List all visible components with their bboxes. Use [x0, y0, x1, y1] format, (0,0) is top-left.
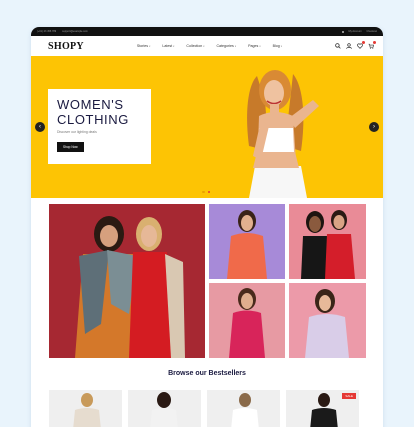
collection-tile-rose[interactable]: [209, 283, 285, 358]
two-models-image: [75, 216, 185, 358]
collection-grid: [31, 198, 383, 358]
top-bar-email[interactable]: support@example.com: [62, 30, 88, 33]
nav-label: Stories: [136, 44, 149, 48]
nav-label: Collection: [186, 44, 203, 48]
nav-label: Blog: [272, 44, 280, 48]
nav-label: Categories: [216, 44, 234, 48]
product-image: [150, 392, 178, 427]
chevron-down-icon: ▾: [203, 44, 205, 48]
heart-icon[interactable]: [341, 30, 344, 33]
user-icon[interactable]: [346, 43, 352, 49]
nav-label: Latest: [162, 44, 173, 48]
main-nav: Stories ▾ Latest ▾ Collection ▾ Categories ▾…: [137, 44, 282, 48]
nav-item-collection[interactable]: Collection ▾: [186, 44, 204, 48]
cart-count-badge: [372, 41, 376, 44]
bestsellers-row: SALE: [31, 377, 383, 427]
chevron-down-icon: ▾: [173, 44, 175, 48]
two-models-dresses-image: [301, 210, 355, 279]
model-pink-dress-image: [229, 288, 265, 358]
product-card[interactable]: [128, 390, 201, 427]
hero-banner: WOMEN'S CLOTHING Discover our lighting d…: [31, 56, 383, 198]
product-card[interactable]: SALE: [286, 390, 359, 427]
bestsellers-title: Browse our Bestsellers: [168, 370, 246, 377]
product-image: [231, 393, 259, 427]
collection-tile-blush[interactable]: [289, 283, 366, 358]
top-bar-links: My Account Checkout: [341, 30, 377, 33]
nav-item-latest[interactable]: Latest ▾: [162, 44, 174, 48]
nav-label: Pages: [248, 44, 259, 48]
chevron-down-icon: ▾: [149, 44, 151, 48]
site-logo[interactable]: SHOPY: [48, 41, 84, 52]
hero-title-line2: CLOTHING: [57, 112, 129, 127]
chevron-left-icon: ‹: [39, 124, 41, 130]
shop-now-button[interactable]: Shop Now: [57, 142, 84, 152]
top-bar: (+01) 23 456 789 support@example.com My …: [31, 27, 383, 36]
cart-icon[interactable]: [368, 41, 376, 49]
product-image: [73, 393, 101, 427]
nav-item-categories[interactable]: Categories ▾: [216, 44, 236, 48]
collection-tile-lilac[interactable]: [209, 204, 285, 279]
chevron-down-icon: ▾: [234, 44, 237, 48]
slider-dot-1[interactable]: [202, 190, 205, 193]
top-bar-phone[interactable]: (+01) 23 456 789: [37, 30, 56, 33]
nav-item-pages[interactable]: Pages ▾: [248, 44, 260, 48]
next-slide-button[interactable]: ›: [369, 122, 379, 132]
my-account-link[interactable]: My Account: [349, 30, 362, 33]
chevron-right-icon: ›: [373, 124, 375, 130]
collection-tile-featured[interactable]: [49, 204, 205, 358]
checkout-link[interactable]: Checkout: [366, 30, 377, 33]
search-icon[interactable]: [335, 43, 341, 49]
page-card: (+01) 23 456 789 support@example.com My …: [31, 27, 383, 427]
product-card[interactable]: [207, 390, 280, 427]
slider-dots: [202, 190, 210, 193]
prev-slide-button[interactable]: ‹: [35, 122, 45, 132]
model-orange-sweater-image: [227, 210, 267, 279]
nav-item-stories[interactable]: Stories ▾: [137, 44, 150, 48]
nav-item-blog[interactable]: Blog ▾: [273, 44, 282, 48]
hero-text-box: WOMEN'S CLOTHING Discover our lighting d…: [48, 89, 151, 164]
slider-dot-2[interactable]: [207, 190, 210, 193]
sale-badge: SALE: [342, 393, 356, 399]
header-icons: [335, 41, 376, 49]
wishlist-icon[interactable]: [357, 41, 365, 49]
wishlist-count-badge: [361, 41, 365, 44]
chevron-down-icon: ▾: [280, 44, 283, 48]
site-header: SHOPY Stories ▾ Latest ▾ Collection ▾ Categ…: [31, 36, 383, 56]
hero-title-line1: WOMEN'S: [57, 97, 124, 112]
top-bar-contact: (+01) 23 456 789 support@example.com: [37, 30, 88, 33]
product-card[interactable]: [49, 390, 122, 427]
collection-tile-pink[interactable]: [289, 204, 366, 279]
chevron-down-icon: ▾: [259, 44, 261, 48]
model-lavender-hoodie-image: [305, 289, 349, 358]
hero-subtitle: Discover our lighting deals: [57, 130, 97, 134]
